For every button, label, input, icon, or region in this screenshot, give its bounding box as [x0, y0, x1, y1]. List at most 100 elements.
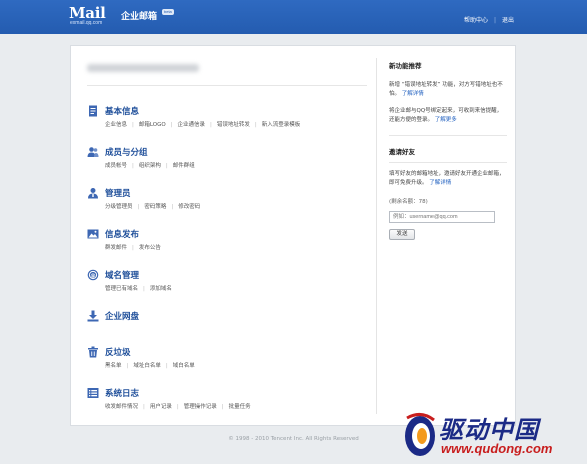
logo-mark: Mail [69, 4, 106, 22]
link-separator: | [165, 363, 168, 369]
section-title[interactable]: 系统日志 [105, 387, 139, 399]
link-mail-groups[interactable]: 邮件群组 [173, 163, 195, 169]
link-password-policy[interactable]: 密码策略 [144, 204, 166, 210]
sidebar-divider [389, 162, 507, 163]
section-title[interactable]: 基本信息 [105, 105, 139, 117]
link-separator: | [143, 404, 145, 410]
section-title[interactable]: 管理员 [105, 187, 131, 199]
section-links: 管理已有域名 | 添加域名 [105, 284, 172, 292]
section-title[interactable]: 域名管理 [105, 269, 139, 281]
link-user-records[interactable]: 用户记录 [150, 404, 172, 410]
link-org-structure[interactable]: 组织架构 [139, 163, 161, 169]
section-title[interactable]: 企业网盘 [105, 310, 139, 322]
link-change-password[interactable]: 修改密码 [178, 204, 200, 210]
link-batch-tasks[interactable]: 批量任务 [229, 404, 251, 410]
section-netdisk: 企业网盘 [87, 310, 367, 340]
link-separator: | [221, 404, 224, 410]
link-separator: | [132, 245, 134, 251]
document-icon [89, 105, 97, 117]
remaining-quota: (剩余名额：78) [389, 199, 428, 205]
feature-tip-qq: 将企业邮与QQ号绑定起来，可收到来信提醒，还能方便的登录。 了解更多 [389, 107, 507, 125]
title-divider [87, 85, 367, 86]
section-links: 企业信息 | 邮箱LOGO | 企业通信录 | 错误地址转发 | 新入流登录模板 [105, 120, 300, 128]
top-links-separator: | [493, 17, 496, 24]
section-links: 群发邮件 | 发布公告 [105, 243, 161, 251]
link-domain-whitelist[interactable]: 域白名单 [173, 363, 195, 369]
feature-tip-forward: 新增 “错误地址转发” 功能，对方写错地址也不怕。 了解详情 [389, 81, 507, 99]
send-button[interactable]: 发送 [389, 229, 415, 240]
link-error-forward[interactable]: 错误地址转发 [217, 122, 250, 128]
trash-icon [88, 346, 98, 358]
link-mass-mail[interactable]: 群发邮件 [105, 245, 127, 251]
link-separator: | [126, 363, 129, 369]
link-add-domain[interactable]: 添加域名 [150, 286, 172, 292]
link-separator: | [170, 122, 173, 128]
watermark-url: www.qudong.com [441, 441, 553, 456]
new-features-heading: 新功能推荐 [389, 62, 422, 70]
section-publish: 信息发布 群发邮件 | 发布公告 [87, 228, 367, 258]
section-antispam: 反垃圾 黑名单 | 域址白名单 | 域白名单 [87, 346, 367, 376]
link-mail-logo[interactable]: 邮箱LOGO [139, 122, 166, 128]
blurred-page-title [87, 64, 199, 72]
users-icon [87, 147, 99, 157]
invite-tip: 填写好友的邮箱地址，邀请好友开通企业邮箱，即可免费升级。 了解详情 [389, 170, 507, 188]
link-separator: | [254, 122, 257, 128]
link-manage-domains[interactable]: 管理已有域名 [105, 286, 138, 292]
section-domain: @ 域名管理 管理已有域名 | 添加域名 [87, 269, 367, 299]
section-members-groups: 成员与分组 成员帐号 | 组织架构 | 邮件群组 [87, 146, 367, 176]
learn-more-link[interactable]: 了解详情 [429, 180, 451, 186]
download-icon [87, 310, 99, 322]
link-address-book[interactable]: 企业通信录 [178, 122, 206, 128]
section-links: 黑名单 | 域址白名单 | 域白名单 [105, 361, 195, 369]
link-separator: | [176, 404, 179, 410]
watermark-title: 驱动中国 [439, 416, 539, 444]
link-admin-records[interactable]: 管理操作记录 [184, 404, 217, 410]
top-links: 帮助中心 | 退出 [464, 15, 514, 24]
link-address-whitelist[interactable]: 域址白名单 [133, 363, 161, 369]
beta-badge: beta [162, 9, 174, 15]
sidebar-divider [389, 135, 507, 136]
section-system-log: 系统日志 收发邮件情况 | 用户记录 | 管理操作记录 | 批量任务 [87, 387, 367, 417]
section-basic-info: 基本信息 企业信息 | 邮箱LOGO | 企业通信录 | 错误地址转发 | 新入流登录模板 [87, 105, 367, 135]
logout-link[interactable]: 退出 [502, 17, 514, 24]
link-separator: | [165, 163, 168, 169]
logo-title: 企业邮箱 [121, 12, 158, 22]
logo[interactable]: Mail exmail.qq.com 企业邮箱 beta [69, 6, 179, 28]
main-panel: 基本信息 企业信息 | 邮箱LOGO | 企业通信录 | 错误地址转发 | 新入流登录模板 成员… [70, 45, 516, 426]
link-company-info[interactable]: 企业信息 [105, 122, 127, 128]
section-links: 分级管理员 | 密码策略 | 修改密码 [105, 202, 200, 210]
learn-more-link[interactable]: 了解详情 [402, 91, 424, 97]
link-separator: | [171, 204, 174, 210]
link-sub-admins[interactable]: 分级管理员 [105, 204, 133, 210]
log-icon [87, 388, 99, 398]
globe-icon: @ [87, 269, 99, 281]
image-icon [87, 229, 99, 239]
link-mail-stats[interactable]: 收发邮件情况 [105, 404, 138, 410]
help-center-link[interactable]: 帮助中心 [464, 17, 488, 24]
link-login-template[interactable]: 新入流登录模板 [262, 122, 301, 128]
section-links: 成员帐号 | 组织架构 | 邮件群组 [105, 161, 195, 169]
link-separator: | [132, 122, 134, 128]
sidebar: 新功能推荐 新增 “错误地址转发” 功能，对方写错地址也不怕。 了解详情 将企业… [389, 60, 507, 240]
link-separator: | [132, 163, 134, 169]
watermark-logo-icon [405, 413, 435, 456]
watermark: 驱动中国 www.qudong.com [397, 406, 587, 464]
logo-domain: exmail.qq.com [70, 20, 103, 26]
link-separator: | [143, 286, 145, 292]
section-admin: 管理员 分级管理员 | 密码策略 | 修改密码 [87, 187, 367, 217]
admin-icon [88, 188, 98, 199]
link-separator: | [137, 204, 140, 210]
top-bar: Mail exmail.qq.com 企业邮箱 beta 帮助中心 | 退出 [0, 0, 587, 34]
link-member-accounts[interactable]: 成员帐号 [105, 163, 127, 169]
column-divider [376, 58, 377, 414]
section-links: 收发邮件情况 | 用户记录 | 管理操作记录 | 批量任务 [105, 402, 251, 410]
link-blacklist[interactable]: 黑名单 [105, 363, 122, 369]
link-separator: | [210, 122, 212, 128]
invite-email-input[interactable] [389, 211, 495, 223]
link-announcement[interactable]: 发布公告 [139, 245, 161, 251]
learn-more-link[interactable]: 了解更多 [435, 117, 457, 123]
section-title[interactable]: 信息发布 [105, 228, 139, 240]
section-title[interactable]: 成员与分组 [105, 146, 148, 158]
section-title[interactable]: 反垃圾 [105, 346, 131, 358]
svg-text:@: @ [91, 273, 96, 279]
